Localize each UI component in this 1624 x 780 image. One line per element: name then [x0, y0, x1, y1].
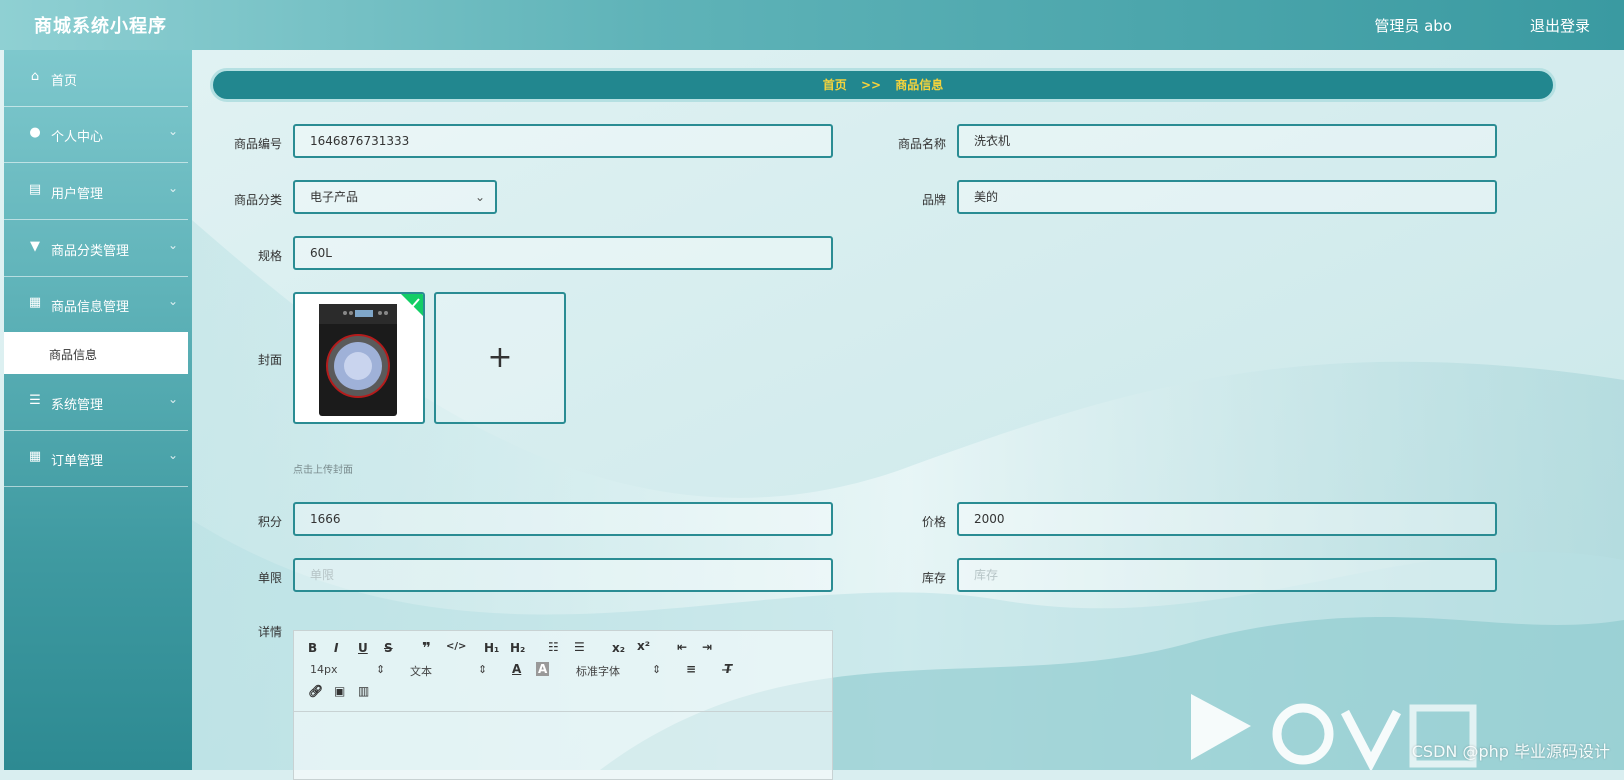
ordered-list-icon[interactable]: ☷	[548, 640, 559, 654]
clear-format-icon[interactable]: T̶	[724, 662, 732, 676]
category-label: 商品分类	[233, 193, 282, 207]
font-size-select[interactable]: 14px	[310, 663, 338, 676]
points-input[interactable]: 1666	[293, 502, 833, 536]
sidebar-item-order-management[interactable]: ▦ 订单管理 ⌄	[4, 430, 188, 487]
brand-label: 品牌	[921, 193, 946, 207]
app-title: 商城系统小程序	[34, 16, 167, 37]
chevron-down-icon: ⌄	[474, 190, 485, 204]
top-bar: 商城系统小程序 管理员 abo 退出登录	[0, 0, 1624, 50]
sidebar-subitem-label: 商品信息	[49, 348, 98, 362]
sidebar-item-product-management[interactable]: ▦ 商品信息管理 ⌄	[4, 276, 188, 333]
admin-username: 管理员 abo	[1374, 17, 1452, 35]
limit-label: 单限	[257, 571, 282, 585]
chevron-down-icon: ⌄	[167, 181, 178, 195]
sidebar-subitem-product-info[interactable]: 商品信息	[4, 332, 188, 374]
price-label: 价格	[921, 515, 946, 529]
sidebar-item-category-management[interactable]: ▼ 商品分类管理 ⌄	[4, 220, 188, 277]
product-code-input[interactable]: 1646876731333	[293, 124, 833, 158]
code-icon[interactable]: </>	[446, 641, 466, 652]
sort-icon: ⇕	[652, 663, 662, 676]
clipboard-icon: ▤	[28, 182, 42, 197]
spec-input[interactable]: 60L	[293, 236, 833, 270]
sidebar-item-label: 首页	[51, 74, 78, 89]
video-icon[interactable]: ▥	[358, 684, 369, 698]
sort-icon: ⇕	[376, 663, 386, 676]
category-select[interactable]: 电子产品 ⌄	[293, 180, 497, 214]
align-icon[interactable]: ≡	[686, 662, 696, 676]
blockquote-icon[interactable]: ❞	[422, 639, 431, 657]
chevron-down-icon: ⌄	[167, 124, 178, 138]
heading1-icon[interactable]: H₁	[484, 641, 499, 655]
user-icon: ●	[29, 125, 41, 140]
sidebar-item-label: 商品信息管理	[51, 300, 130, 315]
category-selected-value: 电子产品	[310, 190, 359, 204]
heading2-icon[interactable]: H₂	[510, 641, 525, 655]
breadcrumb: 首页 >> 商品信息	[210, 68, 1556, 102]
product-name-input[interactable]: 洗衣机	[957, 124, 1497, 158]
cover-upload-hint: 点击上传封面	[293, 465, 353, 476]
sidebar-item-label: 个人中心	[51, 130, 104, 145]
sort-icon: ⇕	[478, 663, 488, 676]
sidebar-item-label: 商品分类管理	[51, 244, 130, 259]
link-icon[interactable]: 🔗︎	[308, 684, 323, 698]
indent-icon[interactable]: ⇥	[702, 640, 712, 654]
sidebar-item-label: 系统管理	[51, 398, 104, 413]
breadcrumb-separator: >>	[860, 78, 882, 92]
logout-button[interactable]: 退出登录	[1530, 15, 1590, 36]
editor-divider	[294, 711, 832, 712]
outdent-icon[interactable]: ⇤	[677, 640, 687, 654]
chevron-down-icon: ⌄	[167, 238, 178, 252]
breadcrumb-home[interactable]: 首页	[823, 78, 847, 92]
superscript-icon[interactable]: x²	[637, 639, 650, 653]
cover-image-card[interactable]	[293, 292, 425, 424]
sidebar-item-home[interactable]: ⌂ 首页	[4, 50, 188, 107]
sidebar-item-label: 用户管理	[51, 187, 104, 202]
font-color-icon[interactable]: A	[512, 662, 521, 676]
bold-icon[interactable]: B	[308, 641, 317, 655]
background-color-icon[interactable]: A	[536, 662, 550, 676]
list-icon: ☰	[29, 393, 41, 408]
brand-input[interactable]: 美的	[957, 180, 1497, 214]
strikethrough-icon[interactable]: S	[384, 641, 393, 655]
home-icon: ⌂	[30, 69, 40, 84]
image-icon[interactable]: ▣	[334, 684, 345, 698]
italic-icon[interactable]: I	[334, 641, 338, 655]
text-type-select[interactable]: 文本	[410, 663, 432, 679]
plus-icon: +	[487, 340, 513, 375]
breadcrumb-current: 商品信息	[895, 78, 944, 92]
washing-machine-image	[319, 294, 423, 416]
bullet-list-icon[interactable]: ☰	[574, 640, 585, 654]
product-name-label: 商品名称	[897, 137, 946, 151]
stock-input[interactable]: 库存	[957, 558, 1497, 592]
category-icon: ▼	[30, 239, 40, 254]
underline-icon[interactable]: U	[358, 641, 368, 655]
chevron-down-icon: ⌄	[167, 448, 178, 462]
subscript-icon[interactable]: x₂	[612, 641, 625, 655]
chevron-down-icon: ⌄	[167, 294, 178, 308]
cover-label: 封面	[257, 353, 282, 367]
stock-label: 库存	[921, 571, 946, 585]
sidebar-item-user-management[interactable]: ▤ 用户管理 ⌄	[4, 163, 188, 220]
detail-label: 详情	[257, 625, 282, 639]
points-label: 积分	[257, 515, 282, 529]
sidebar: ⌂ 首页 ● 个人中心 ⌄ ▤ 用户管理 ⌄ ▼ 商品分类管理 ⌄ ▦ 商品信息…	[4, 50, 192, 770]
grid-icon: ▦	[28, 449, 42, 464]
font-family-select[interactable]: 标准字体	[576, 663, 620, 679]
limit-input[interactable]: 单限	[293, 558, 833, 592]
sidebar-item-system-management[interactable]: ☰ 系统管理 ⌄	[4, 374, 188, 431]
price-input[interactable]: 2000	[957, 502, 1497, 536]
chevron-down-icon: ⌄	[167, 392, 178, 406]
sidebar-item-personal-center[interactable]: ● 个人中心 ⌄	[4, 106, 188, 163]
spec-label: 规格	[257, 249, 282, 263]
cover-upload-button[interactable]: +	[434, 292, 566, 424]
product-code-label: 商品编号	[233, 137, 282, 151]
main-content: 首页 >> 商品信息 商品编号 1646876731333 商品名称 洗衣机 商…	[192, 50, 1624, 780]
rich-text-editor[interactable]: B I U S ❞ </> H₁ H₂ ☷ ☰ x₂ x² ⇤ ⇥ 14px ⇕…	[293, 630, 833, 780]
sidebar-item-label: 订单管理	[51, 454, 104, 469]
grid-icon: ▦	[28, 295, 42, 310]
csdn-watermark: CSDN @php 毕业源码设计	[1411, 742, 1610, 761]
